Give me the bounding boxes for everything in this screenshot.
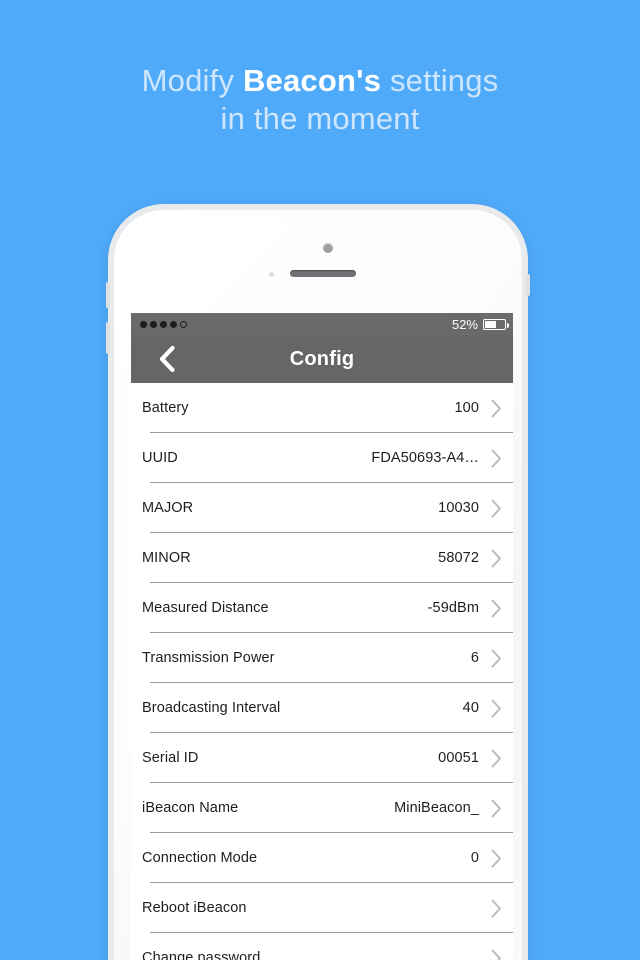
front-camera-icon — [323, 243, 333, 253]
list-item[interactable]: Transmission Power 6 — [131, 633, 513, 683]
list-item-value: 40 — [462, 700, 479, 716]
list-item-right: MiniBeacon_ — [394, 799, 513, 818]
list-item[interactable]: Battery 100 — [131, 383, 513, 433]
signal-dot-empty — [180, 320, 187, 328]
list-item[interactable]: UUID FDA50693-A4… — [131, 433, 513, 483]
list-item-right: 00051 — [438, 749, 513, 768]
page-title: Modify Beacon's settings in the moment — [0, 62, 640, 138]
list-item-value: -59dBm — [427, 600, 479, 616]
list-item[interactable]: Measured Distance -59dBm — [131, 583, 513, 633]
signal-dot — [150, 320, 157, 328]
list-item-right: FDA50693-A4… — [371, 449, 513, 468]
list-item-value: 10030 — [438, 500, 479, 516]
list-item[interactable]: Change password — [131, 933, 513, 960]
headline-line1-post: settings — [381, 63, 499, 98]
list-item[interactable]: MINOR 58072 — [131, 533, 513, 583]
signal-strength-icon — [140, 320, 187, 328]
list-item-right: 40 — [463, 699, 513, 718]
list-item-label: Battery — [142, 400, 189, 416]
list-item-right: 10030 — [438, 499, 513, 518]
list-item[interactable]: Connection Mode 0 — [131, 833, 513, 883]
list-item-label: Reboot iBeacon — [142, 900, 247, 916]
power-button[interactable] — [526, 274, 530, 296]
list-item-label: Measured Distance — [142, 600, 269, 616]
list-item-value: MiniBeacon_ — [394, 800, 479, 816]
battery-fill — [485, 320, 496, 328]
screen-title: Config — [289, 347, 355, 370]
signal-dot — [170, 320, 177, 328]
list-item-label: UUID — [142, 450, 178, 466]
settings-list: Battery 100 UUID FDA50693-A4… MAJOR 1003… — [131, 383, 513, 960]
list-item-value: 6 — [470, 650, 479, 666]
status-bar: 52% — [131, 313, 513, 335]
list-item-right — [479, 899, 513, 918]
list-item-label: MINOR — [142, 550, 191, 566]
headline-line1-pre: Modify — [141, 63, 243, 98]
headline-line2: in the moment — [220, 101, 420, 136]
battery-cap — [507, 322, 509, 328]
proximity-sensor-icon — [269, 272, 274, 277]
chevron-left-icon — [158, 345, 175, 373]
list-item[interactable]: Serial ID 00051 — [131, 733, 513, 783]
battery-status: 52% — [451, 316, 509, 332]
signal-dot — [160, 320, 167, 328]
chevron-right-icon — [479, 599, 513, 618]
list-item[interactable]: Broadcasting Interval 40 — [131, 683, 513, 733]
list-item-right: 0 — [471, 849, 513, 868]
chevron-right-icon — [479, 699, 513, 718]
chevron-right-icon — [479, 649, 513, 668]
chevron-right-icon — [479, 499, 513, 518]
battery-icon — [483, 318, 509, 330]
list-item[interactable]: iBeacon Name MiniBeacon_ — [131, 783, 513, 833]
list-item-value: FDA50693-A4… — [371, 450, 479, 466]
headline-brand: Beacon's — [242, 63, 382, 98]
list-item-label: Broadcasting Interval — [142, 700, 281, 716]
list-item-label: Connection Mode — [142, 850, 258, 866]
list-item[interactable]: MAJOR 10030 — [131, 483, 513, 533]
list-item-label: iBeacon Name — [142, 800, 239, 816]
chevron-right-icon — [479, 399, 513, 418]
list-item[interactable]: Reboot iBeacon — [131, 883, 513, 933]
navigation-bar: Config — [131, 335, 513, 383]
chevron-right-icon — [479, 549, 513, 568]
list-item-right: 100 — [455, 399, 514, 418]
list-item-label: MAJOR — [142, 500, 194, 516]
list-item-right — [479, 949, 513, 960]
list-item-value: 00051 — [438, 750, 479, 766]
list-item-label: Transmission Power — [142, 650, 275, 666]
volume-up-button[interactable] — [106, 282, 110, 308]
list-item-label: Change password — [142, 950, 261, 960]
list-item-right: 6 — [471, 649, 513, 668]
list-item-value: 58072 — [438, 550, 479, 566]
chevron-right-icon — [479, 799, 513, 818]
promo-screenshot: Modify Beacon's settings in the moment 5… — [0, 0, 640, 960]
battery-percent-label: 52% — [451, 316, 478, 332]
list-item-right: 58072 — [438, 549, 513, 568]
earpiece-speaker-icon — [290, 270, 356, 277]
chevron-right-icon — [479, 749, 513, 768]
list-item-value: 100 — [454, 400, 479, 416]
chevron-right-icon — [479, 899, 513, 918]
list-item-right: -59dBm — [428, 599, 513, 618]
chevron-right-icon — [479, 449, 513, 468]
signal-dot — [140, 320, 147, 328]
chevron-right-icon — [479, 849, 513, 868]
phone-screen: 52% Config Battery 100 UUID FDA50693-A4…… — [131, 313, 513, 960]
back-button[interactable] — [147, 335, 185, 383]
volume-down-button[interactable] — [106, 322, 110, 354]
list-item-value: 0 — [470, 850, 479, 866]
list-item-label: Serial ID — [142, 750, 199, 766]
chevron-right-icon — [479, 949, 513, 960]
